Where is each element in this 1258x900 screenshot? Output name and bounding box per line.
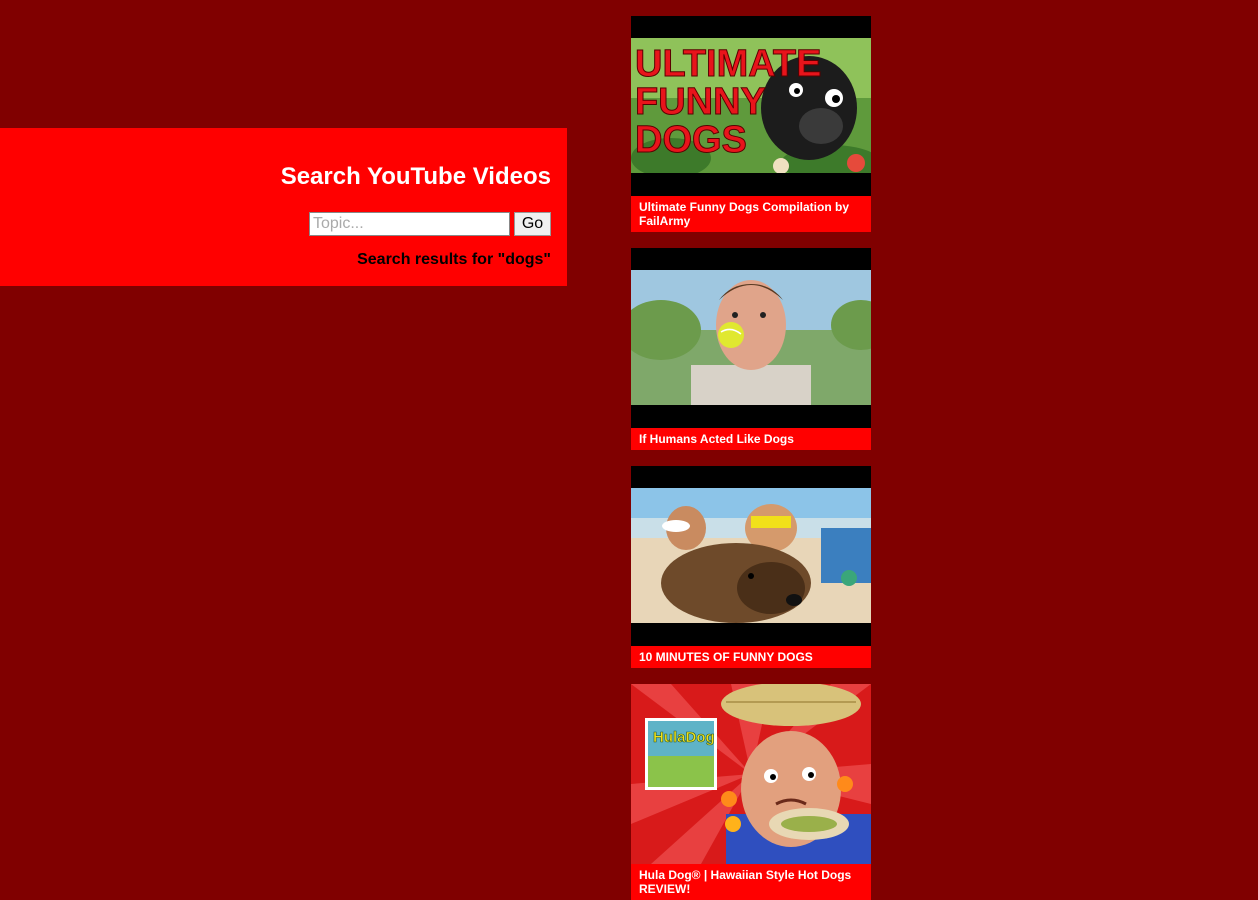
topic-search-input[interactable]: [309, 212, 510, 236]
hula-dog-thumbnail-image: HulaDog: [631, 684, 871, 864]
video-thumbnail[interactable]: HulaDog: [631, 684, 871, 864]
funny-dogs-thumbnail-image: ULTIMATE FUNNY DOGS: [631, 38, 871, 173]
video-card-hula-dog[interactable]: HulaDog Hula Dog® | Hawaiian Style Hot D…: [631, 684, 871, 900]
video-thumbnail[interactable]: [631, 466, 871, 646]
search-panel: Search YouTube Videos Go Search results …: [0, 128, 567, 286]
video-title[interactable]: If Humans Acted Like Dogs: [631, 428, 871, 450]
thumb-text-line-1: ULTIMATE: [635, 43, 821, 85]
thumb-text-line-2: FUNNY: [635, 81, 766, 123]
video-title[interactable]: 10 MINUTES OF FUNNY DOGS: [631, 646, 871, 668]
hula-dog-logo-text: HulaDog: [653, 729, 715, 746]
video-card-ultimate-funny-dogs[interactable]: ULTIMATE FUNNY DOGS Ultimate Funny Dogs …: [631, 16, 871, 232]
search-title: Search YouTube Videos: [280, 163, 551, 190]
humans-like-dogs-thumbnail-image: [631, 270, 871, 405]
video-thumbnail[interactable]: [631, 248, 871, 428]
video-card-10-minutes-funny-dogs[interactable]: 10 MINUTES OF FUNNY DOGS: [631, 466, 871, 668]
video-title[interactable]: Ultimate Funny Dogs Compilation by FailA…: [631, 196, 871, 232]
ten-minutes-funny-dogs-thumbnail-image: [631, 488, 871, 623]
video-thumbnail[interactable]: ULTIMATE FUNNY DOGS: [631, 16, 871, 196]
search-results-label: Search results for "dogs": [357, 251, 551, 268]
video-title[interactable]: Hula Dog® | Hawaiian Style Hot Dogs REVI…: [631, 864, 871, 900]
video-card-humans-like-dogs[interactable]: If Humans Acted Like Dogs: [631, 248, 871, 450]
thumb-text-line-3: DOGS: [635, 119, 747, 161]
search-row: Go: [309, 212, 551, 236]
go-button[interactable]: Go: [514, 212, 551, 236]
